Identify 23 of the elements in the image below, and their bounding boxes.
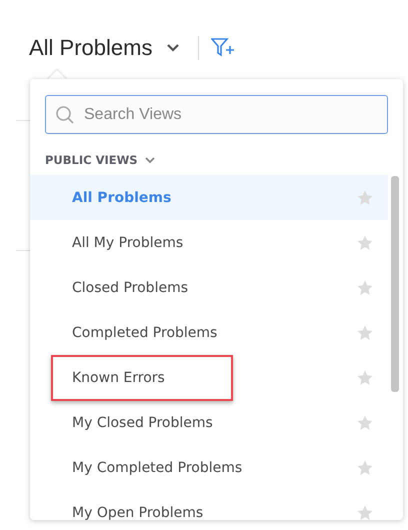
filter-plus-icon[interactable] [211,37,236,59]
star-icon[interactable] [356,278,374,296]
star-icon[interactable] [356,414,374,432]
view-item[interactable]: Closed Problems [30,265,388,310]
view-title[interactable]: All Problems [29,35,152,61]
search-icon [55,105,75,125]
star-icon[interactable] [356,458,374,476]
view-item[interactable]: Known Errors [30,355,388,400]
star-icon[interactable] [356,188,374,206]
view-item[interactable]: My Open Problems [30,490,388,520]
scrollbar[interactable] [391,176,399,392]
star-icon[interactable] [356,234,374,252]
section-heading[interactable]: PUBLIC VIEWS [45,153,138,167]
search-field[interactable]: Search Views [45,95,388,134]
star-icon[interactable] [356,368,374,386]
view-item[interactable]: My Closed Problems [30,400,388,445]
chevron-down-icon[interactable] [166,43,180,53]
view-item[interactable]: My Completed Problems [30,445,388,490]
star-icon[interactable] [356,504,374,520]
view-item[interactable]: All My Problems [30,220,388,265]
view-item[interactable]: Completed Problems [30,310,388,355]
chevron-down-icon[interactable] [144,156,156,164]
star-icon[interactable] [356,324,374,342]
